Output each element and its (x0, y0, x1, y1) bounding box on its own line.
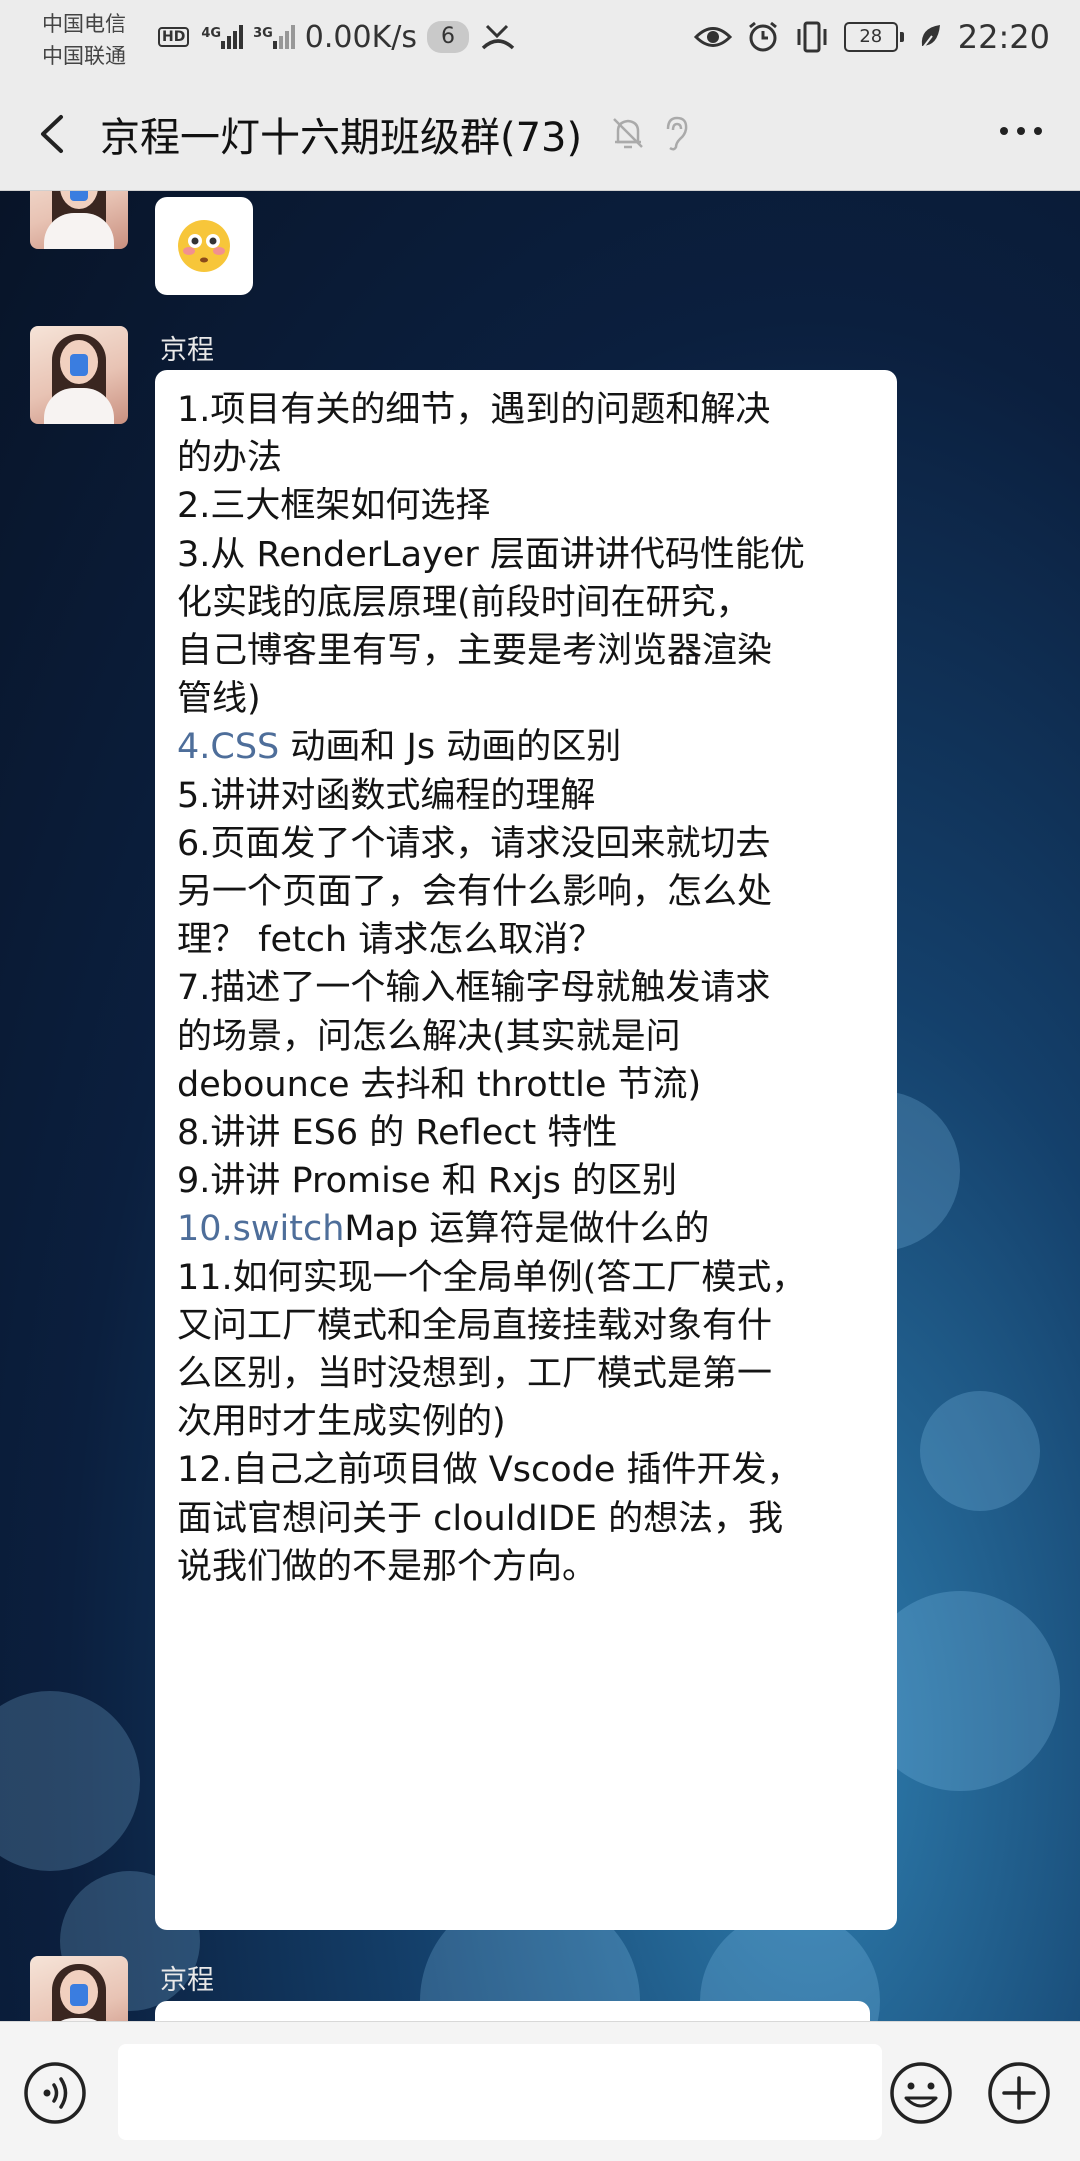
eye-comfort-icon (693, 27, 732, 47)
alarm-icon (748, 21, 777, 52)
message-line: 8.讲讲 ES6 的 Reflect 特性 (177, 1113, 618, 1154)
emoji-message-bubble[interactable] (155, 197, 253, 295)
carrier-1: 中国电信 (42, 12, 126, 36)
message-line: 化实践的底层原理(前段时间在研究， (177, 582, 751, 623)
hd-badge: HD (158, 27, 190, 47)
message-line: 理？ fetch 请求怎么取消？ (177, 920, 604, 961)
message-line: 5.讲讲对函数式编程的理解 (177, 775, 596, 816)
more-options-button[interactable] (1000, 127, 1042, 135)
message-line: 说我们做的不是那个方向。 (177, 1546, 598, 1587)
sender-name: 京程 (160, 335, 214, 366)
leaf-icon (920, 25, 940, 50)
text-message-bubble[interactable]: 1.项目有关的细节，遇到的问题和解决 的办法 2.三大框架如何选择 3.从 Re… (155, 370, 897, 1930)
text-message-bubble[interactable] (155, 2001, 870, 2021)
flushed-face-emoji-icon (178, 220, 230, 272)
message-line: 的场景，问怎么解决(其实就是问 (177, 1016, 681, 1057)
signal-2: 3G (253, 25, 295, 49)
chat-area[interactable]: 京程 1.项目有关的细节，遇到的问题和解决 的办法 2.三大框架如何选择 3.从… (0, 191, 1080, 2021)
mute-bell-icon (613, 118, 643, 149)
message-line: debounce 去抖和 throttle 节流) (177, 1064, 702, 1105)
status-right: 28 22:20 (693, 12, 1050, 62)
network-speed: 0.00K/s (304, 19, 417, 55)
message-line: 次用时才生成实例的) (177, 1402, 506, 1443)
message-line: 4.CSS 动画和 Js 动画的区别 (177, 727, 622, 768)
clock: 22:20 (957, 18, 1050, 56)
message-line: 么区别，当时没想到，工厂模式是第一 (177, 1354, 773, 1395)
signal-bars-icon (272, 25, 295, 49)
signal-bars-icon (221, 25, 244, 49)
voice-input-icon[interactable] (22, 2060, 88, 2126)
sender-name: 京程 (160, 1965, 214, 1996)
battery-icon: 28 (843, 22, 904, 52)
avatar[interactable] (30, 191, 128, 249)
signal-1: 4G (201, 25, 244, 49)
message-line: 3.从 RenderLayer 层面讲讲代码性能优 (177, 534, 805, 575)
emoji-icon[interactable] (888, 2060, 954, 2126)
message-line: 11.如何实现一个全局单例(答工厂模式， (177, 1257, 807, 1298)
avatar[interactable] (30, 1956, 128, 2021)
missed-call-icon (481, 24, 515, 50)
message-line: 9.讲讲 Promise 和 Rxjs 的区别 (177, 1161, 677, 1202)
back-arrow-icon[interactable] (28, 109, 78, 159)
message-link[interactable]: 10.switch (177, 1209, 344, 1249)
ear-icon (666, 116, 688, 151)
notification-count: 6 (427, 21, 469, 53)
message-line: 6.页面发了个请求，请求没回来就切去 (177, 823, 771, 864)
message-line: 2.三大框架如何选择 (177, 486, 491, 527)
plus-icon[interactable] (986, 2060, 1052, 2126)
message-line: 7.描述了一个输入框输字母就触发请求 (177, 968, 771, 1009)
message-line: 的办法 (177, 438, 283, 479)
vibrate-icon (797, 21, 827, 53)
message-link[interactable]: 4.CSS (177, 727, 279, 767)
message-line: 又问工厂模式和全局直接挂载对象有什 (177, 1305, 773, 1346)
status-bar: 中国电信 中国联通 HD 4G 3G 0.00K/s 6 28 22:20 (0, 0, 1080, 75)
chat-header: 京程一灯十六期班级群(73) (0, 75, 1080, 191)
message-line: 自己博客里有写，主要是考浏览器渲染 (177, 631, 773, 672)
status-signals: HD 4G 3G 0.00K/s 6 (158, 12, 517, 62)
message-line: 1.项目有关的细节，遇到的问题和解决 (177, 390, 771, 430)
message-input[interactable] (118, 2044, 882, 2140)
message-line: 管线) (177, 679, 261, 720)
avatar[interactable] (30, 326, 128, 424)
message-line: 10.switchMap 运算符是做什么的 (177, 1209, 710, 1250)
input-bar (0, 2021, 1080, 2161)
message-line: 面试官想问关于 clouldIDE 的想法，我 (177, 1498, 784, 1539)
bokeh-decoration (920, 1391, 1040, 1511)
bokeh-decoration (0, 1691, 140, 1871)
battery-level: 28 (843, 22, 898, 52)
message-line: 12.自己之前项目做 Vscode 插件开发， (177, 1450, 802, 1491)
carrier-2: 中国联通 (42, 44, 126, 68)
message-line: 另一个页面了，会有什么影响，怎么处 (177, 872, 773, 913)
chat-title: 京程一灯十六期班级群(73) (100, 115, 583, 161)
